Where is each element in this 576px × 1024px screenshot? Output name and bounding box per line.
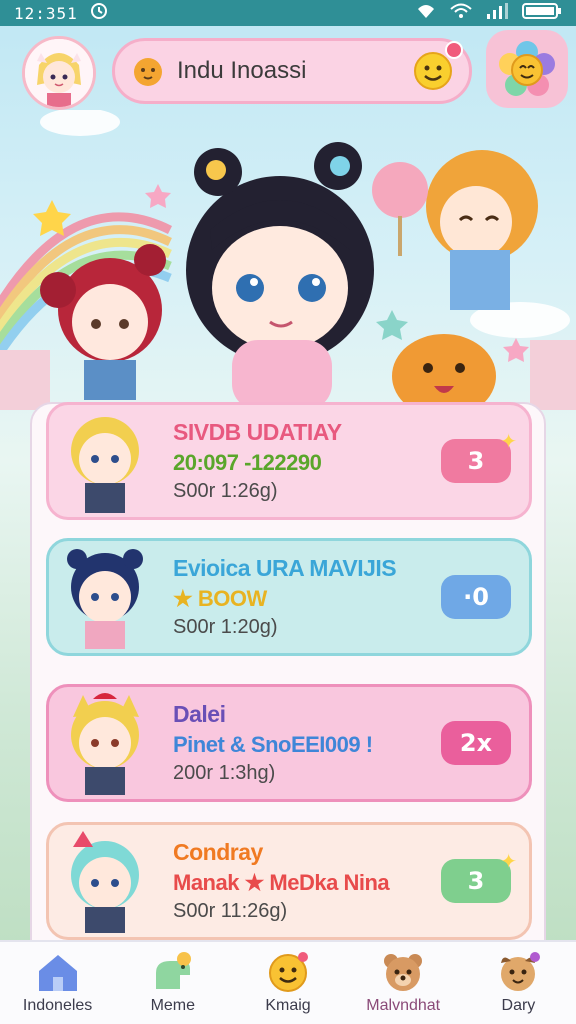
- nav-label: Kmaig: [265, 997, 311, 1014]
- nav-item-malvndhat[interactable]: Malvndhat: [346, 942, 461, 1024]
- badge-value: ·0: [463, 583, 489, 611]
- card-time: 200r 1:3hg): [173, 762, 276, 784]
- card-title: Condray: [173, 839, 263, 865]
- character-cat-ears-icon: [71, 693, 139, 795]
- nav-label: Dary: [501, 997, 536, 1014]
- card-subtitle: Manak ★ MeDka Nina: [173, 870, 390, 895]
- notification-dot: [445, 41, 463, 59]
- alarm-icon: [90, 2, 108, 24]
- character-teal-hair-icon: [71, 831, 139, 933]
- character-navy-hair-icon: [67, 549, 143, 649]
- event-card[interactable]: Evioica URA MAVIJIS ★ BOOW S00r 1:20g) ·…: [46, 538, 532, 656]
- nav-item-meme[interactable]: Meme: [115, 942, 230, 1024]
- badge-value: 3: [467, 447, 485, 475]
- nav-label: Indoneles: [22, 997, 93, 1014]
- card-subtitle: 20:097 -122290: [173, 450, 322, 475]
- hero-illustration: [0, 110, 576, 410]
- count-badge[interactable]: ·0: [441, 575, 511, 619]
- event-card[interactable]: SIVDB UDATIAY 20:097 -122290 S00r 1:26g)…: [46, 402, 532, 520]
- dino-icon: [155, 952, 191, 989]
- nav-label: Meme: [150, 997, 196, 1014]
- wifi-icon: [450, 3, 472, 23]
- card-time: S00r 1:20g): [173, 616, 278, 638]
- status-time: 12:351: [14, 3, 78, 23]
- nav-item-kmaig[interactable]: Kmaig: [230, 942, 345, 1024]
- badge-value: 2x: [459, 729, 493, 757]
- home-icon: [38, 955, 77, 991]
- flower-face-button[interactable]: [486, 30, 568, 108]
- dog-icon: [501, 952, 541, 991]
- nav-label: Malvndhat: [366, 997, 441, 1014]
- character-blonde-icon: [71, 417, 139, 513]
- sparkle-icon: ✦: [500, 429, 517, 453]
- chick-icon: [131, 54, 165, 88]
- count-badge[interactable]: 2x: [441, 721, 511, 765]
- card-time: S00r 1:26g): [173, 480, 278, 502]
- event-card[interactable]: Dalei Pinet & SnoEEI009 ! 200r 1:3hg) 2x: [46, 684, 532, 802]
- battery-icon: [522, 2, 562, 24]
- status-bar: 12:351: [0, 0, 576, 26]
- card-time: S00r 11:26g): [173, 900, 288, 922]
- card-title: Dalei: [173, 701, 226, 727]
- search-text: Indu Inoassi: [177, 57, 307, 84]
- avatar[interactable]: [22, 36, 96, 110]
- card-subtitle: Pinet & SnoEEI009 !: [173, 732, 373, 757]
- badge-value: 3: [467, 867, 485, 895]
- card-title: Evioica URA MAVIJIS: [173, 555, 397, 581]
- smile-face-icon[interactable]: [413, 41, 463, 91]
- count-badge[interactable]: 3 ✦: [441, 429, 517, 483]
- bear-icon: [384, 954, 423, 991]
- sparkle-icon: ✦: [500, 849, 517, 873]
- smile-icon: [269, 952, 308, 992]
- event-card[interactable]: Condray Manak ★ MeDka Nina S00r 11:26g) …: [46, 822, 532, 940]
- location-icon: [416, 3, 436, 23]
- signal-icon: [486, 3, 508, 23]
- card-title: SIVDB UDATIAY: [173, 419, 342, 445]
- search-bar[interactable]: Indu Inoassi: [112, 38, 472, 104]
- nav-item-home[interactable]: Indoneles: [0, 942, 115, 1024]
- nav-item-dary[interactable]: Dary: [461, 942, 576, 1024]
- card-subtitle: ★ BOOW: [173, 586, 267, 611]
- bottom-nav: Indoneles Meme Kmaig Malvndhat Dary: [0, 940, 576, 1024]
- count-badge[interactable]: 3 ✦: [441, 849, 517, 903]
